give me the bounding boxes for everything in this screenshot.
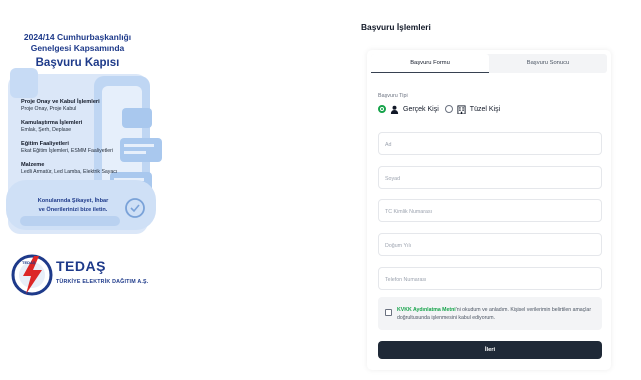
kvkk-consent-box: KVKK Aydınlatma Metni'ni okudum ve anlad… [378, 297, 602, 330]
complaint-line1: Konularında Şikayet, İhbar [37, 198, 109, 204]
tc-kimlik-input[interactable] [379, 201, 601, 223]
complaint-line2: ve Önerilerinizi bize iletin. [38, 207, 108, 213]
soyad-field-wrapper [378, 166, 602, 190]
feature-item: Proje Onay ve Kabul İşlemleri Proje Onay… [21, 99, 171, 113]
tc-field-wrapper [378, 199, 602, 223]
feature-item: Malzeme Ledli Armatür, Led Lamba, Elektr… [21, 162, 171, 176]
feature-desc: Ekat Eğitim İşlemleri, ESMM Faaliyetleri [21, 148, 113, 154]
portal-title-line1: 2024/14 Cumhurbaşkanlığı [23, 32, 132, 42]
brand-name: TEDAŞ [56, 258, 106, 274]
dogum-yili-input[interactable] [379, 235, 601, 257]
telefon-field-wrapper [378, 267, 602, 291]
feature-list: Proje Onay ve Kabul İşlemleri Proje Onay… [21, 99, 171, 183]
applicant-type-label: Başvuru Tipi [378, 93, 408, 99]
ad-input[interactable] [379, 134, 601, 156]
left-info-panel: 2024/14 Cumhurbaşkanlığı Genelgesi Kapsa… [0, 0, 350, 380]
tab-basvuru-formu[interactable]: Başvuru Formu [371, 54, 489, 73]
portal-title: 2024/14 Cumhurbaşkanlığı Genelgesi Kapsa… [0, 32, 155, 71]
tab-bar: Başvuru Formu Başvuru Sonucu [371, 54, 607, 73]
kvkk-consent-text: KVKK Aydınlatma Metni'ni okudum ve anlad… [397, 306, 597, 322]
complaint-callout: Konularında Şikayet, İhbar ve Önerilerin… [14, 197, 132, 215]
feature-title: Proje Onay ve Kabul İşlemleri [21, 99, 100, 105]
tedas-logo-icon: TEDAŞ [11, 254, 53, 296]
tab-basvuru-sonucu[interactable]: Başvuru Sonucu [489, 54, 607, 73]
feature-desc: Proje Onay, Proje Kabul [21, 106, 77, 112]
next-button[interactable]: İleri [378, 341, 602, 359]
feature-title: Eğitim Faaliyetleri [21, 141, 69, 147]
portal-title-line2: Genelgesi Kapsamında [30, 43, 125, 53]
building-icon [457, 104, 466, 114]
feature-item: Kamulaştırma İşlemleri Emlak, Şerh, Depl… [21, 120, 171, 134]
feature-desc: Emlak, Şerh, Deplase [21, 127, 72, 133]
application-card: Başvuru Formu Başvuru Sonucu Başvuru Tip… [367, 50, 611, 370]
person-icon [390, 105, 399, 114]
ad-field-wrapper [378, 132, 602, 156]
radio-label-tuzel-kisi[interactable]: Tüzel Kişi [470, 106, 500, 113]
soyad-input[interactable] [379, 168, 601, 190]
feature-title: Kamulaştırma İşlemleri [21, 120, 83, 126]
telefon-input[interactable] [379, 269, 601, 291]
feature-desc: Ledli Armatür, Led Lamba, Elektrik Sayac… [21, 169, 118, 175]
dogum-field-wrapper [378, 233, 602, 257]
brand-subtitle: TÜRKİYE ELEKTRİK DAĞITIM A.Ş. [56, 279, 149, 285]
radio-label-gercek-kisi[interactable]: Gerçek Kişi [403, 106, 439, 113]
radio-tuzel-kisi[interactable] [444, 105, 453, 113]
feature-item: Eğitim Faaliyetleri Ekat Eğitim İşlemler… [21, 141, 171, 155]
kvkk-consent-checkbox[interactable] [385, 309, 392, 316]
kvkk-link[interactable]: KVKK Aydınlatma Metni [397, 307, 456, 313]
page-title: Başvuru İşlemleri [361, 22, 431, 32]
logo-text: TEDAŞ [22, 260, 36, 265]
radio-gercek-kisi[interactable] [378, 105, 386, 113]
applicant-type-group: Gerçek Kişi Tüzel Kişi [378, 104, 506, 114]
feature-title: Malzeme [21, 162, 45, 168]
